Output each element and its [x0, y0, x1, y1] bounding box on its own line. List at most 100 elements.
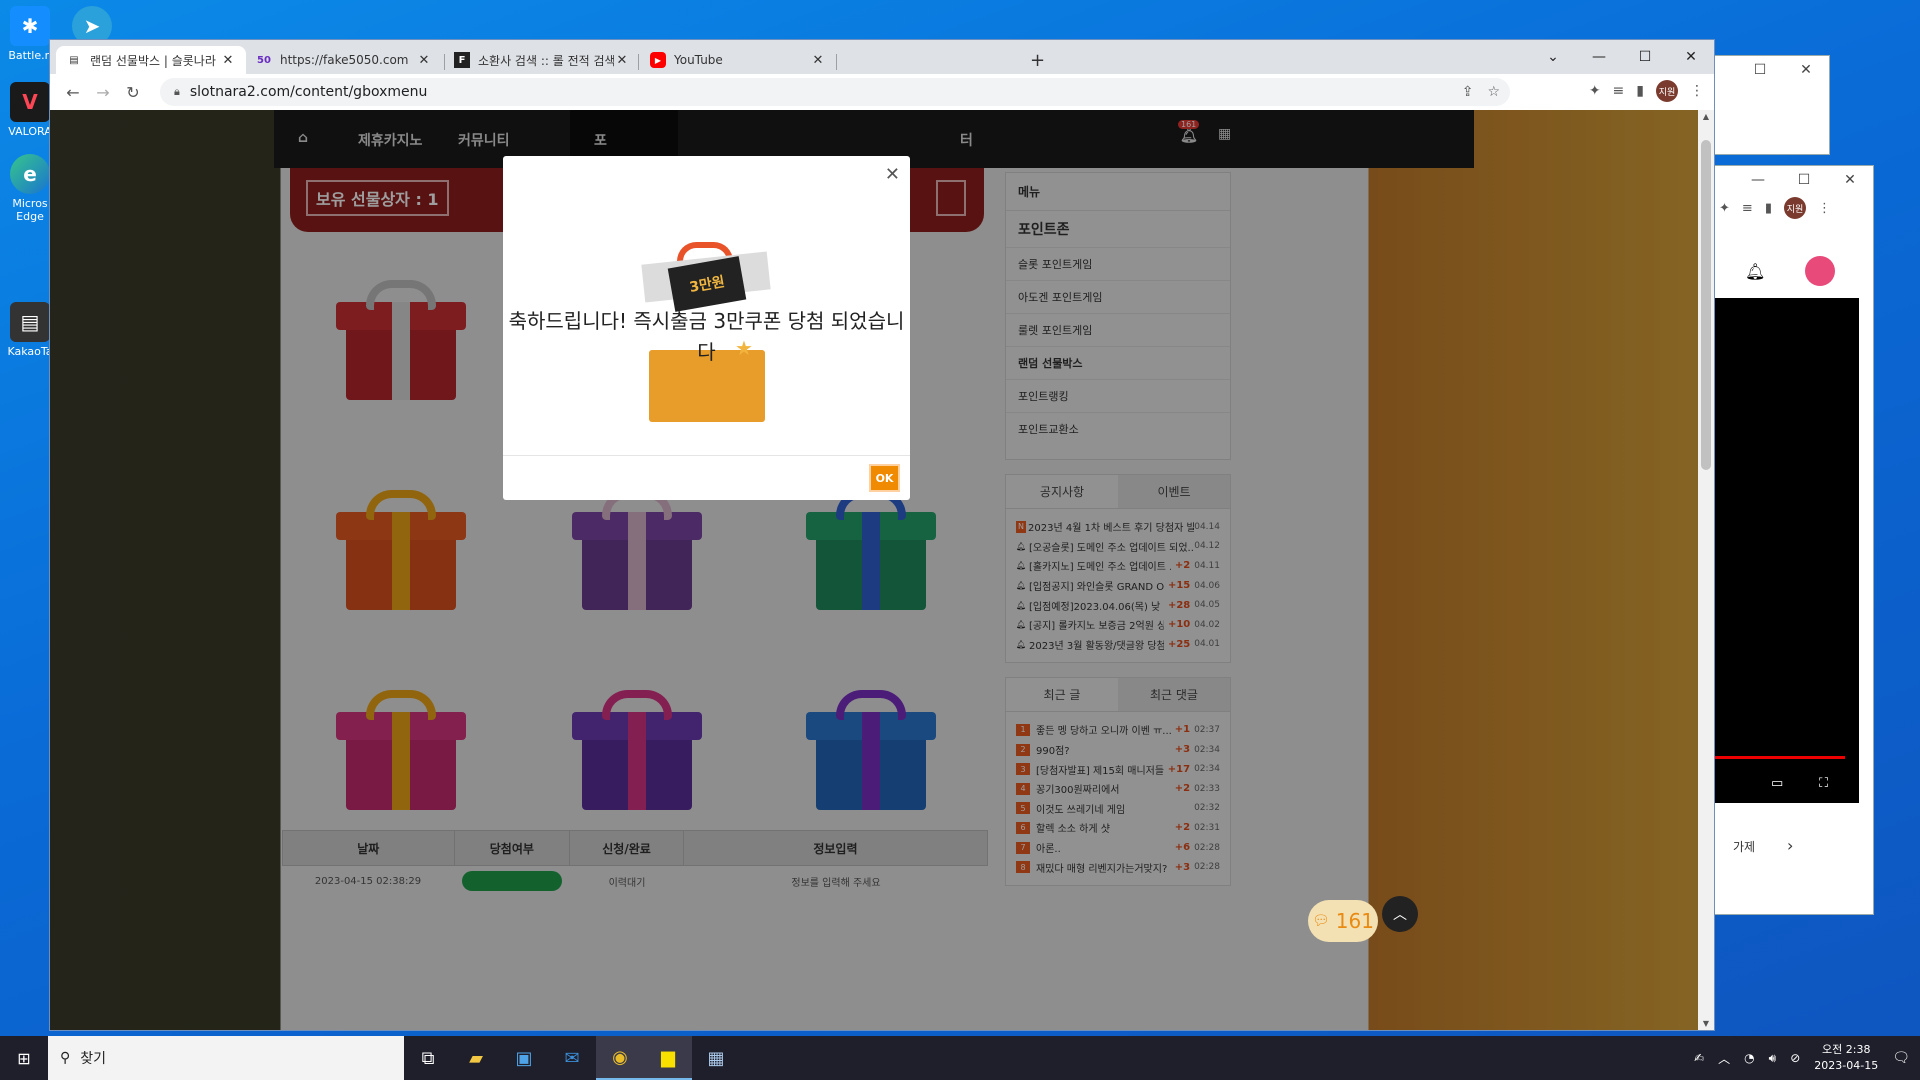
chrome-icon[interactable]: ◉ — [596, 1036, 644, 1080]
minimize-icon[interactable]: — — [1576, 40, 1622, 74]
search-placeholder: 찾기 — [80, 1051, 107, 1067]
window-controls: — ☐ ✕ — [1715, 166, 1873, 194]
page-scrollbar[interactable]: ▲ ▼ — [1698, 110, 1714, 1030]
browser-window: ▤ 랜덤 선물박스 | 슬롯나라 - 온라 ✕ 50 https://fake5… — [50, 40, 1714, 1030]
fake5050-favicon-icon: 50 — [257, 54, 271, 66]
toolbar-icons: ✦ ≡ ▮ 지원 ⋮ — [1715, 194, 1873, 222]
tab-label: YouTube — [674, 53, 723, 67]
scroll-up-icon[interactable]: ▲ — [1698, 112, 1714, 121]
youtube-header: 🔔︎ — [1715, 246, 1859, 296]
toolbar-actions: ✦ ≡ ▮ 지원 ⋮ — [1589, 80, 1704, 102]
close-icon[interactable]: ✕ — [416, 53, 432, 68]
close-icon[interactable]: ✕ — [614, 53, 630, 68]
edge-icon: e — [10, 154, 50, 194]
tab-fake5050[interactable]: 50 https://fake5050.com ✕ — [246, 46, 442, 74]
tab-separator — [638, 54, 639, 70]
tab-search-icon[interactable]: ⌄ — [1530, 40, 1576, 74]
extensions-icon[interactable]: ✦ — [1589, 83, 1601, 99]
bookmark-star-icon[interactable]: ☆ — [1487, 84, 1500, 100]
browser-toolbar: ← → ↻ 🔒︎ slotnara2.com/content/gboxmenu … — [50, 74, 1714, 110]
progress-bar[interactable] — [1715, 756, 1845, 759]
taskbar-search[interactable]: ⚲ 찾기 — [48, 1036, 404, 1080]
background-browser-window[interactable]: — ☐ ✕ ✦ ≡ ▮ 지원 ⋮ 🔔︎ ▭ ⛶ 가제 › — [1714, 165, 1874, 915]
kakaotalk-icon[interactable]: ▆ — [644, 1036, 692, 1080]
close-icon[interactable]: ✕ — [810, 53, 826, 68]
video-player[interactable]: ▭ ⛶ — [1715, 298, 1859, 803]
calculator-icon[interactable]: ▦ — [692, 1036, 740, 1080]
taskbar-clock[interactable]: 오전 2:38 2023-04-15 — [1814, 1042, 1878, 1074]
notifications-icon[interactable]: 🗨︎ — [1892, 1050, 1910, 1066]
menu-icon[interactable]: ⋮ — [1690, 83, 1704, 99]
theater-mode-icon[interactable]: ▭ — [1771, 776, 1783, 791]
chevron-right-icon[interactable]: › — [1787, 836, 1793, 855]
win-message: 축하드립니다! 즉시출금 3만쿠폰 당첨 되었습니다 — [508, 309, 905, 364]
reading-list-icon[interactable]: ≡ — [1742, 201, 1753, 216]
chevron-up-icon: ︿ — [1393, 907, 1407, 923]
ok-button[interactable]: OK — [869, 464, 900, 492]
reading-list-icon[interactable]: ≡ — [1613, 83, 1625, 99]
close-icon[interactable]: ✕ — [1783, 62, 1829, 78]
omnibox-icons: ⇪ ☆ — [1462, 84, 1500, 100]
task-view-icon[interactable]: ⧉ — [404, 1036, 452, 1080]
tab-separator — [836, 54, 837, 70]
status-icon[interactable]: ⊘ — [1790, 1051, 1800, 1065]
bell-icon[interactable]: 🔔︎ — [1745, 262, 1765, 281]
show-hidden-icons[interactable]: ︿ — [1718, 1050, 1730, 1067]
back-button[interactable]: ← — [58, 77, 88, 107]
avatar[interactable] — [1805, 256, 1836, 286]
sidepanel-icon[interactable]: ▮ — [1765, 201, 1772, 216]
comment-count-button[interactable]: 💬︎ 161 — [1308, 900, 1378, 942]
network-icon[interactable]: ◔ — [1744, 1051, 1754, 1065]
mail-icon[interactable]: ✉ — [548, 1036, 596, 1080]
url-text[interactable]: slotnara2.com/content/gboxmenu — [190, 84, 428, 100]
coupon-amount: 3만원 — [688, 274, 727, 296]
fullscreen-icon[interactable]: ⛶ — [1819, 776, 1828, 791]
maximize-icon[interactable]: ☐ — [1622, 40, 1668, 74]
taskbar: ⊞ ⚲ 찾기 ⧉ ▰ ▣ ✉ ◉ ▆ ▦ ✍ ︿ ◔ 🔊︎ ⊘ 오전 2:38 … — [0, 1036, 1920, 1080]
scrollbar-thumb[interactable] — [1701, 140, 1711, 470]
valorant-icon: V — [10, 82, 50, 122]
tab-strip: ▤ 랜덤 선물박스 | 슬롯나라 - 온라 ✕ 50 https://fake5… — [50, 40, 1714, 74]
tab-op-gg[interactable]: F 소환사 검색 :: 롤 전적 검색 포우 ✕ — [444, 46, 640, 74]
profile-avatar[interactable]: 지원 — [1783, 197, 1806, 219]
lock-icon[interactable]: 🔒︎ — [174, 85, 180, 99]
scroll-down-icon[interactable]: ▼ — [1698, 1019, 1714, 1028]
site-favicon-icon: ▤ — [69, 54, 79, 66]
share-icon[interactable]: ⇪ — [1462, 84, 1474, 100]
chat-icon: 💬︎ — [1312, 913, 1330, 929]
window-controls: ⌄ — ☐ ✕ — [1530, 40, 1714, 74]
profile-avatar[interactable]: 지원 — [1656, 80, 1678, 102]
window-controls: ☐ ✕ — [1701, 56, 1829, 84]
modal-body: 3만원 ★ 축하드립니다! 즉시출금 3만쿠폰 당첨 되었습니다 — [503, 156, 910, 456]
tab-random-giftbox[interactable]: ▤ 랜덤 선물박스 | 슬롯나라 - 온라 ✕ — [56, 46, 246, 74]
tab-label: https://fake5050.com — [280, 53, 409, 67]
volume-icon[interactable]: 🔊︎ — [1769, 1051, 1777, 1066]
page-viewport: ⌂ 제휴카지노 커뮤니티 포 터 🔔︎ 161 ▦ 보유 선물상자 : 1 보유 — [50, 110, 1698, 1030]
forward-button[interactable]: → — [88, 77, 118, 107]
file-explorer-icon[interactable]: ▰ — [452, 1036, 500, 1080]
youtube-icon: ▶ — [650, 52, 666, 68]
store-icon[interactable]: ▣ — [500, 1036, 548, 1080]
close-icon[interactable]: ✕ — [1827, 172, 1873, 188]
scroll-top-button[interactable]: ︿ — [1382, 896, 1418, 932]
close-icon[interactable]: ✕ — [220, 53, 236, 68]
pen-icon[interactable]: ✍ — [1694, 1051, 1704, 1065]
tab-label: 랜덤 선물박스 | 슬롯나라 - 온라 — [90, 53, 220, 68]
background-window[interactable]: ☐ ✕ — [1700, 55, 1830, 155]
menu-icon[interactable]: ⋮ — [1818, 201, 1831, 216]
close-icon[interactable]: ✕ — [885, 164, 900, 185]
sidepanel-icon[interactable]: ▮ — [1636, 83, 1644, 99]
tab-youtube[interactable]: ▶ YouTube ✕ — [640, 46, 836, 74]
maximize-icon[interactable]: ☐ — [1781, 172, 1827, 188]
comment-count: 161 — [1335, 909, 1374, 933]
kakaotalk-icon: ▤ — [10, 302, 50, 342]
close-icon[interactable]: ✕ — [1668, 40, 1714, 74]
maximize-icon[interactable]: ☐ — [1737, 62, 1783, 78]
windows-start-icon[interactable]: ⊞ — [0, 1036, 48, 1080]
address-bar[interactable]: 🔒︎ slotnara2.com/content/gboxmenu ⇪ ☆ — [160, 78, 1510, 106]
new-tab-button[interactable]: + — [1030, 50, 1045, 71]
minimize-icon[interactable]: — — [1735, 172, 1781, 188]
reload-button[interactable]: ↻ — [118, 77, 148, 107]
extensions-icon[interactable]: ✦ — [1719, 201, 1730, 216]
side-text[interactable]: 가제 — [1733, 838, 1755, 855]
